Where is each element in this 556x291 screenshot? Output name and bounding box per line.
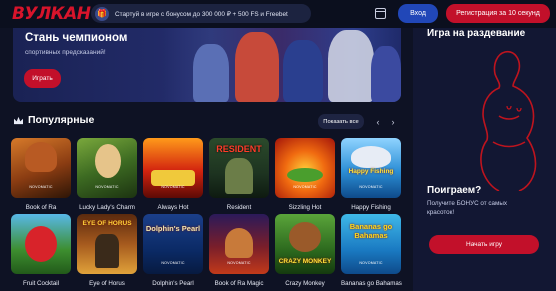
game-title: Happy Fishing bbox=[351, 204, 391, 211]
popular-section-header: Популярные bbox=[13, 114, 94, 126]
game-thumbnail[interactable] bbox=[11, 214, 71, 274]
next-arrow-icon[interactable]: › bbox=[387, 114, 399, 129]
game-thumbnail[interactable]: NOVOMATIC bbox=[143, 138, 203, 198]
game-card[interactable]: Dolphin's Pearl NOVOMATIC Dolphin's Pear… bbox=[143, 214, 203, 287]
start-game-button[interactable]: Начать игру bbox=[429, 235, 539, 254]
login-button[interactable]: Вход bbox=[398, 4, 438, 23]
register-button[interactable]: Регистрация за 10 секунд bbox=[446, 4, 550, 23]
game-title: Resident bbox=[226, 204, 252, 211]
game-thumbnail[interactable]: EYE OF HORUS bbox=[77, 214, 137, 274]
game-title: Dolphin's Pearl bbox=[152, 280, 194, 287]
game-title: Sizzling Hot bbox=[288, 204, 322, 211]
game-title: Bananas go Bahamas bbox=[341, 280, 402, 287]
game-title: Eye of Horus bbox=[89, 280, 125, 287]
show-all-button[interactable]: Показать все bbox=[318, 114, 364, 129]
game-title: Fruit Cocktail bbox=[22, 280, 60, 287]
section-title: Популярные bbox=[28, 114, 95, 126]
game-card[interactable]: Fruit Cocktail bbox=[11, 214, 71, 287]
strip-game-panel: Игра на раздевание Поиграем? Получите БО… bbox=[413, 28, 556, 291]
crown-icon bbox=[14, 116, 23, 124]
banner-play-button[interactable]: Играть bbox=[24, 69, 61, 88]
game-card[interactable]: CRAZY MONKEY Crazy Monkey bbox=[275, 214, 335, 287]
game-title: Lucky Lady's Charm bbox=[79, 204, 135, 211]
game-thumbnail[interactable]: NOVOMATIC bbox=[11, 138, 71, 198]
promo-banner[interactable]: 🎁 Стартуй в игре с бонусом до 300 000 ₽ … bbox=[91, 4, 311, 23]
game-thumbnail[interactable]: Dolphin's Pearl NOVOMATIC bbox=[143, 214, 203, 274]
prev-arrow-icon[interactable]: ‹ bbox=[372, 114, 384, 129]
game-thumbnail[interactable]: NOVOMATIC bbox=[209, 214, 269, 274]
game-title: Always Hot bbox=[157, 204, 189, 211]
game-card[interactable]: NOVOMATIC Lucky Lady's Charm bbox=[77, 138, 137, 211]
site-logo[interactable]: ВУЛКАН bbox=[12, 4, 91, 24]
game-card[interactable]: NOVOMATIC Sizzling Hot bbox=[275, 138, 335, 211]
game-thumbnail[interactable]: NOVOMATIC bbox=[275, 138, 335, 198]
promo-title: Поиграем? bbox=[427, 185, 482, 196]
game-title: Book of Ra Magic bbox=[214, 280, 264, 287]
top-header: ВУЛКАН 🎁 Стартуй в игре с бонусом до 300… bbox=[0, 0, 556, 28]
game-thumbnail[interactable]: Bananas go Bahamas NOVOMATIC bbox=[341, 214, 401, 274]
game-thumbnail[interactable]: CRAZY MONKEY bbox=[275, 214, 335, 274]
game-title: Crazy Monkey bbox=[285, 280, 325, 287]
game-card[interactable]: RESIDENT Resident bbox=[209, 138, 269, 211]
game-card[interactable]: NOVOMATIC Always Hot bbox=[143, 138, 203, 211]
game-thumbnail[interactable]: RESIDENT bbox=[209, 138, 269, 198]
gift-icon: 🎁 bbox=[95, 6, 109, 21]
banner-title: Стань чемпионом bbox=[25, 32, 128, 44]
athletes-image bbox=[163, 28, 401, 102]
banner-subtitle: спортивных предсказаний! bbox=[25, 49, 106, 56]
promo-text: Стартуй в игре с бонусом до 300 000 ₽ + … bbox=[115, 10, 288, 18]
game-thumbnail[interactable]: Happy Fishing NOVOMATIC bbox=[341, 138, 401, 198]
game-thumbnail[interactable]: NOVOMATIC bbox=[77, 138, 137, 198]
game-card[interactable]: Bananas go Bahamas NOVOMATIC Bananas go … bbox=[341, 214, 402, 287]
woman-silhouette-image bbox=[480, 50, 537, 191]
game-card[interactable]: Happy Fishing NOVOMATIC Happy Fishing bbox=[341, 138, 401, 211]
game-card[interactable]: NOVOMATIC Book of Ra bbox=[11, 138, 71, 211]
promo-hero-banner[interactable]: Стань чемпионом спортивных предсказаний!… bbox=[13, 28, 401, 102]
game-card[interactable]: NOVOMATIC Book of Ra Magic bbox=[209, 214, 269, 287]
game-card[interactable]: EYE OF HORUS Eye of Horus bbox=[77, 214, 137, 287]
game-title: Book of Ra bbox=[25, 204, 57, 211]
promo-description: Получите БОНУС от самых красоток! bbox=[427, 200, 508, 216]
calendar-icon[interactable] bbox=[375, 8, 386, 19]
panel-title: Игра на раздевание bbox=[427, 28, 526, 39]
